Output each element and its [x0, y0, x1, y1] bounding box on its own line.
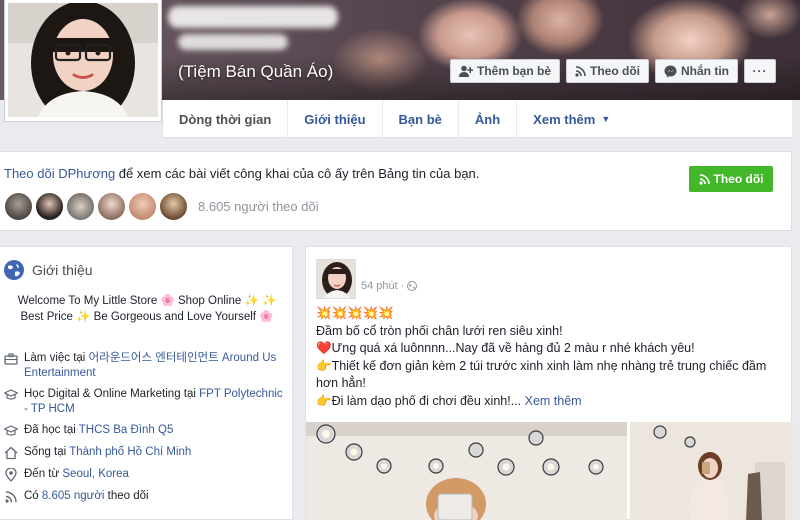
add-friend-button[interactable]: Thêm bạn bè: [449, 59, 560, 83]
follow-cover-button[interactable]: Theo dõi: [566, 59, 649, 83]
post-avatar-image: [317, 260, 355, 298]
rss-icon: [5, 491, 17, 503]
tab-friends[interactable]: Bạn bè: [381, 100, 458, 138]
tab-more-label: Xem thêm: [533, 111, 596, 127]
intro-title: Giới thiệu: [32, 262, 93, 278]
post-line-3: 👉Thiết kế đơn giản kèm 2 túi trước xinh …: [316, 358, 767, 391]
tab-about[interactable]: Giới thiệu: [287, 100, 381, 138]
follower-avatar[interactable]: [66, 192, 95, 221]
follower-avatars: 8.605 người theo dõi: [4, 192, 319, 221]
add-friend-label: Thêm bạn bè: [476, 64, 551, 78]
more-options-icon: ···: [752, 64, 768, 78]
info-study: Học Digital & Online Marketing tại FPT P…: [4, 387, 288, 417]
post-photo-secondary[interactable]: [630, 422, 793, 520]
post-line-2: ❤️Ưng quá xá luônnnn...Nay đã về hàng đủ…: [316, 341, 695, 355]
profile-name-blurred: [168, 6, 338, 28]
info-followers: Có 8.605 người theo dõi: [4, 489, 288, 504]
rss-icon: [575, 65, 586, 77]
followed-suffix: theo dõi: [104, 490, 149, 502]
follower-count[interactable]: 8.605 người theo dõi: [198, 199, 319, 214]
globe-icon: [4, 260, 24, 280]
profile-subtitle: (Tiệm Bán Quần Áo): [178, 62, 334, 81]
chevron-down-icon: ▼: [601, 114, 611, 124]
message-button[interactable]: Nhắn tin: [655, 59, 738, 83]
tab-timeline[interactable]: Dòng thời gian: [162, 100, 287, 138]
post-photos: [306, 422, 793, 520]
timeline-post: 54 phút · 💥💥💥💥💥 Đầm bố cổ tròn phối chân…: [305, 246, 793, 520]
follow-prompt-prefix: Theo dõi: [4, 166, 59, 181]
post-emoji-line: 💥💥💥💥💥: [316, 306, 394, 320]
rss-icon: [698, 173, 710, 185]
post-timestamp[interactable]: 54 phút ·: [361, 280, 418, 292]
lives-prefix: Sống tại: [24, 446, 70, 458]
follow-cover-label: Theo dõi: [590, 64, 640, 78]
info-lives: Sống tại Thành phố Hồ Chí Minh: [4, 445, 288, 460]
photo-image: [630, 422, 793, 520]
follower-avatar[interactable]: [128, 192, 157, 221]
post-line-1: Đầm bố cổ tròn phối chân lưới ren siêu x…: [316, 323, 563, 338]
follow-button[interactable]: Theo dõi: [689, 166, 773, 192]
tab-friends-label: Bạn bè: [398, 111, 442, 127]
school-prefix: Đã học tại: [24, 424, 79, 436]
lives-link[interactable]: Thành phố Hồ Chí Minh: [69, 446, 191, 458]
profile-picture[interactable]: [4, 0, 162, 122]
graduation-cap-icon: [4, 425, 18, 436]
post-time-text: 54 phút ·: [361, 280, 405, 292]
intro-bio: Welcome To My Little Store 🌸 Shop Online…: [8, 293, 286, 325]
followed-link[interactable]: 8.605 người: [42, 490, 105, 502]
location-pin-icon: [5, 468, 17, 482]
tab-more[interactable]: Xem thêm ▼: [516, 100, 626, 138]
follow-profile-link[interactable]: DPhương: [58, 166, 115, 181]
info-work: Làm việc tại 어라운드어스 엔터테인먼트 Around Us Ent…: [4, 351, 288, 381]
cover-action-buttons: Thêm bạn bè Theo dõi Nhắn tin ···: [449, 59, 776, 83]
add-friend-icon: [458, 65, 473, 77]
follower-avatar[interactable]: [97, 192, 126, 221]
from-prefix: Đến từ: [24, 468, 63, 480]
home-icon: [4, 446, 18, 460]
bio-line-2: Best Price ✨ Be Gorgeous and Love Yourse…: [20, 311, 274, 323]
follower-avatar[interactable]: [35, 192, 64, 221]
messenger-icon: [664, 65, 677, 77]
post-author-avatar[interactable]: [316, 259, 356, 299]
follow-button-label: Theo dõi: [713, 172, 764, 186]
tab-photos-label: Ảnh: [474, 111, 501, 127]
from-link[interactable]: Seoul, Korea: [62, 468, 129, 480]
message-label: Nhắn tin: [681, 64, 729, 78]
photo-image: [306, 422, 627, 520]
follower-avatar[interactable]: [4, 192, 33, 221]
info-from: Đến từ Seoul, Korea: [4, 467, 288, 482]
post-text: 💥💥💥💥💥 Đầm bố cổ tròn phối chân lưới ren …: [316, 305, 786, 410]
follow-prompt-card: Theo dõi DPhương để xem các bài viết côn…: [0, 151, 792, 231]
intro-header: Giới thiệu: [4, 260, 93, 280]
tab-photos[interactable]: Ảnh: [457, 100, 516, 138]
profile-alt-name-blurred: [178, 34, 288, 50]
more-options-button[interactable]: ···: [744, 59, 776, 83]
avatar-image: [8, 3, 158, 117]
tab-about-label: Giới thiệu: [304, 111, 366, 127]
bio-line-1: Welcome To My Little Store 🌸 Shop Online…: [17, 295, 277, 307]
school-link[interactable]: THCS Ba Đình Q5: [79, 424, 174, 436]
info-school: Đã học tại THCS Ba Đình Q5: [4, 423, 288, 438]
follow-prompt-suffix: để xem các bài viết công khai của cô ấy …: [115, 166, 480, 181]
follower-avatar[interactable]: [159, 192, 188, 221]
intro-info-list: Làm việc tại 어라운드어스 엔터테인먼트 Around Us Ent…: [4, 351, 288, 511]
briefcase-icon: [4, 353, 18, 365]
followed-prefix: Có: [24, 490, 42, 502]
work-prefix: Làm việc tại: [24, 352, 89, 364]
globe-icon: [407, 281, 418, 291]
profile-nav-tabs: Dòng thời gian Giới thiệu Bạn bè Ảnh Xem…: [162, 100, 792, 138]
follow-prompt-text: Theo dõi DPhương để xem các bài viết côn…: [4, 166, 479, 181]
graduation-cap-icon: [4, 389, 18, 400]
post-photo-main[interactable]: [306, 422, 627, 520]
intro-card: Giới thiệu Welcome To My Little Store 🌸 …: [0, 246, 293, 520]
tab-timeline-label: Dòng thời gian: [179, 111, 272, 127]
study-prefix: Học Digital & Online Marketing tại: [24, 388, 200, 400]
see-more-link[interactable]: Xem thêm: [525, 394, 582, 408]
post-line-4: 👉Đi làm dạo phố đi chơi đều xinh!...: [316, 393, 522, 408]
